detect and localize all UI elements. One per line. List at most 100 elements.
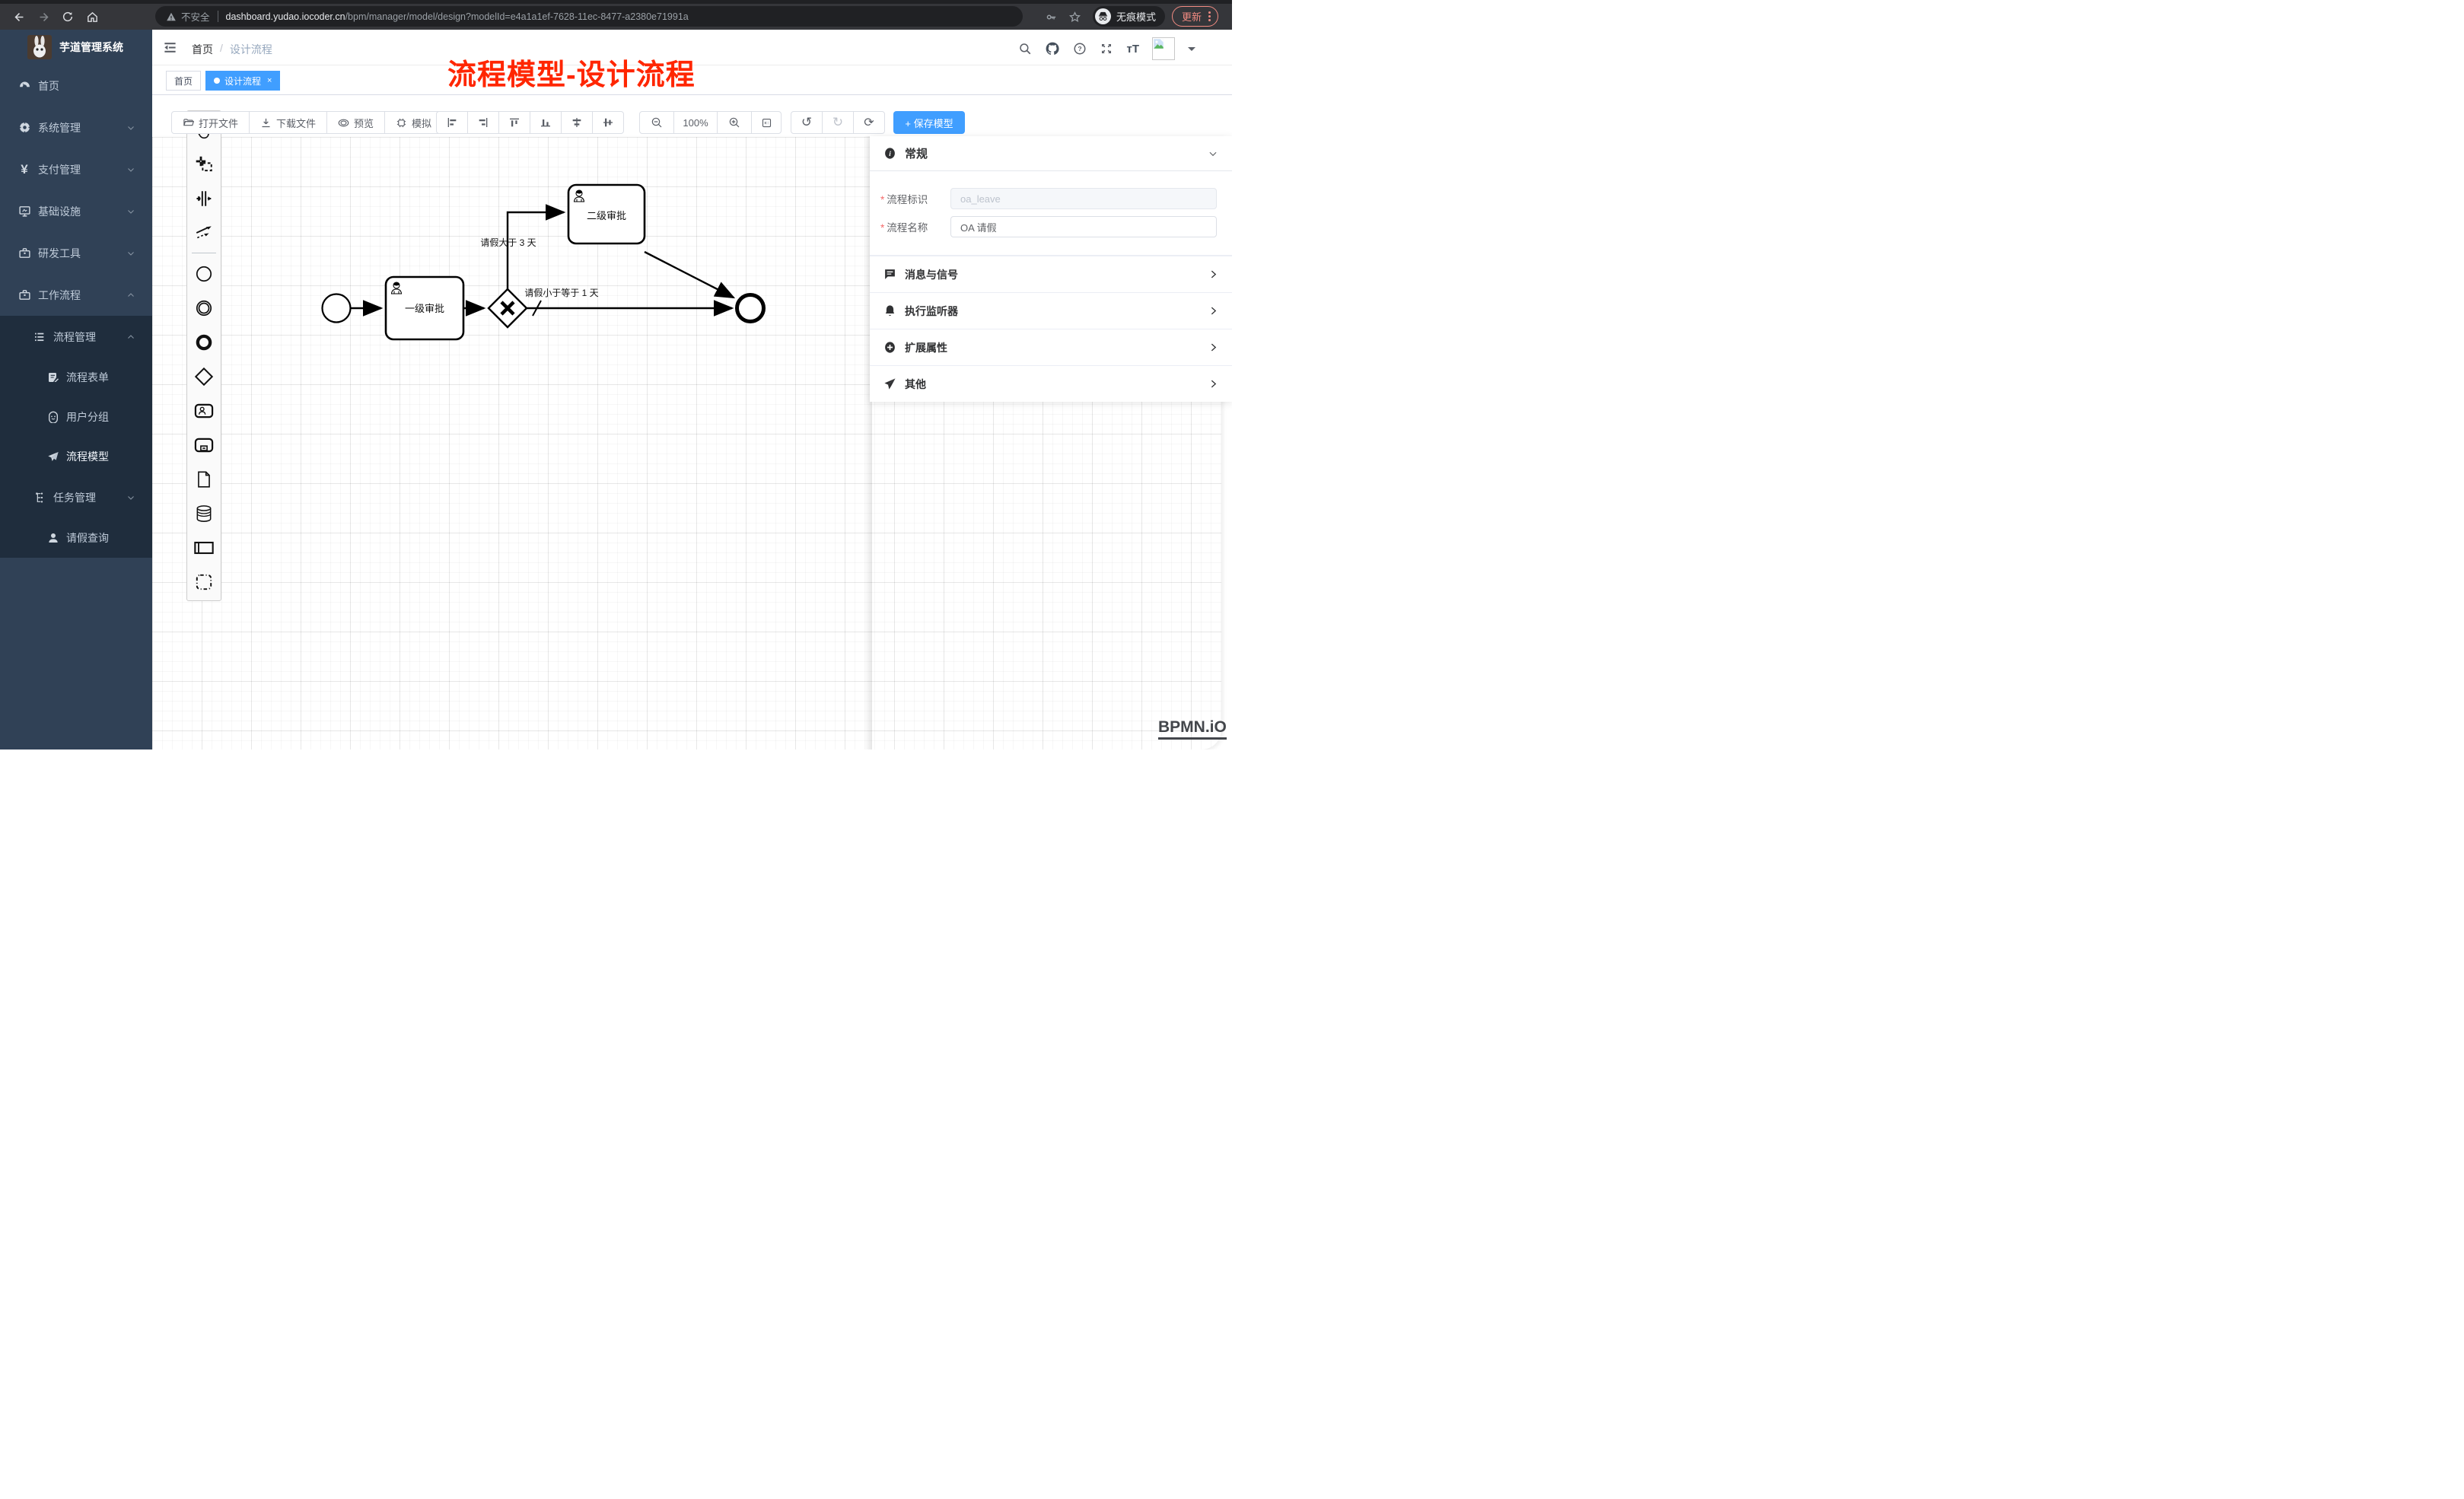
zoom-level[interactable]: 100% bbox=[673, 111, 718, 134]
align-right-button[interactable] bbox=[467, 111, 499, 134]
address-bar[interactable]: 不安全 dashboard.yudao.iocoder.cn/bpm/manag… bbox=[155, 6, 1023, 27]
sidebar-item-user-group[interactable]: 用户分组 bbox=[0, 397, 152, 437]
bpmn-io-watermark[interactable]: BPMN.iO bbox=[1158, 718, 1227, 740]
panel-section-execution-listener[interactable]: 执行监听器 bbox=[870, 292, 1232, 329]
tab-design-process[interactable]: 设计流程 × bbox=[205, 71, 280, 91]
align-bottom-button[interactable] bbox=[530, 111, 562, 134]
create-group[interactable] bbox=[187, 565, 221, 599]
toolbox-icon bbox=[18, 288, 31, 301]
panel-section-message-signal[interactable]: 消息与信号 bbox=[870, 256, 1232, 292]
person-icon bbox=[46, 532, 60, 544]
end-event-icon bbox=[194, 333, 214, 352]
global-connect-tool[interactable] bbox=[187, 215, 221, 250]
help-button[interactable]: ? bbox=[1073, 42, 1087, 56]
align-center-button[interactable] bbox=[592, 111, 624, 134]
restart-button[interactable]: ⟳ bbox=[853, 111, 885, 134]
panel-section-other[interactable]: 其他 bbox=[870, 365, 1232, 402]
create-end-event[interactable] bbox=[187, 325, 221, 359]
breadcrumb-separator: / bbox=[220, 42, 223, 57]
user-task-level1[interactable]: 一级审批 bbox=[386, 277, 463, 339]
simulate-button[interactable]: 模拟 bbox=[384, 111, 443, 134]
sidebar-item-label: 首页 bbox=[38, 78, 59, 94]
flow-gateway-to-task2[interactable] bbox=[508, 212, 564, 290]
browser-home-button[interactable] bbox=[82, 7, 102, 27]
chevron-down-icon bbox=[126, 249, 135, 258]
password-manager-button[interactable] bbox=[1041, 7, 1061, 27]
sidebar-collapse-button[interactable] bbox=[163, 40, 177, 55]
sidebar-item-process-mgmt[interactable]: 流程管理 bbox=[0, 316, 152, 358]
font-size-button[interactable]: ᴛT bbox=[1126, 43, 1139, 56]
breadcrumb-home[interactable]: 首页 bbox=[192, 42, 213, 57]
process-key-input[interactable] bbox=[950, 188, 1217, 209]
open-file-button[interactable]: 打开文件 bbox=[171, 111, 250, 134]
browser-reload-button[interactable] bbox=[58, 7, 78, 27]
align-left-button[interactable] bbox=[436, 111, 468, 134]
create-user-task[interactable] bbox=[187, 393, 221, 428]
end-event[interactable] bbox=[737, 295, 764, 322]
zoom-out-button[interactable] bbox=[639, 111, 674, 134]
site-security[interactable]: 不安全 bbox=[166, 9, 210, 24]
redo-button[interactable]: ↻ bbox=[822, 111, 854, 134]
sidebar-item-devtools[interactable]: 研发工具 bbox=[0, 232, 152, 274]
sidebar-item-home[interactable]: 首页 bbox=[0, 65, 152, 107]
sidebar-item-system[interactable]: 系统管理 bbox=[0, 107, 152, 148]
save-model-button[interactable]: + 保存模型 bbox=[893, 111, 965, 134]
sidebar-item-task-mgmt[interactable]: 任务管理 bbox=[0, 476, 152, 518]
start-event[interactable] bbox=[323, 294, 351, 323]
sidebar-item-payment[interactable]: ¥ 支付管理 bbox=[0, 148, 152, 190]
tab-home[interactable]: 首页 bbox=[166, 71, 201, 91]
section-title: 常规 bbox=[905, 145, 928, 161]
github-button[interactable] bbox=[1045, 41, 1060, 56]
create-data-object[interactable] bbox=[187, 462, 221, 496]
flow-task2-to-end[interactable] bbox=[645, 252, 734, 298]
process-name-input[interactable] bbox=[950, 216, 1217, 237]
create-data-store[interactable] bbox=[187, 496, 221, 530]
user-task-level2[interactable]: 二级审批 bbox=[568, 185, 645, 243]
user-task-icon bbox=[193, 400, 215, 422]
reset-view-button[interactable] bbox=[751, 111, 782, 134]
download-file-button[interactable]: 下载文件 bbox=[249, 111, 327, 134]
chevron-down-icon bbox=[126, 493, 135, 502]
align-middle-button[interactable] bbox=[561, 111, 593, 134]
sidebar-item-process-model[interactable]: 流程模型 bbox=[0, 437, 152, 476]
sidebar-item-workflow[interactable]: 工作流程 bbox=[0, 274, 152, 316]
create-intermediate-event[interactable] bbox=[187, 291, 221, 325]
star-icon bbox=[1068, 11, 1081, 24]
sidebar-item-infra[interactable]: 基础设施 bbox=[0, 190, 152, 232]
workflow-submenu: 流程管理 流程表单 用户分组 流程模型 任务管理 请假查询 bbox=[0, 316, 152, 558]
create-participant[interactable] bbox=[187, 530, 221, 565]
sidebar-item-process-form[interactable]: 流程表单 bbox=[0, 358, 152, 397]
align-top-button[interactable] bbox=[498, 111, 530, 134]
preview-button[interactable]: 预览 bbox=[326, 111, 385, 134]
zoom-in-button[interactable] bbox=[717, 111, 752, 134]
create-start-event[interactable] bbox=[187, 256, 221, 291]
undo-button[interactable]: ↺ bbox=[791, 111, 823, 134]
browser-forward-button[interactable] bbox=[33, 7, 53, 27]
create-subprocess[interactable] bbox=[187, 428, 221, 462]
sidebar-item-leave-query[interactable]: 请假查询 bbox=[0, 518, 152, 558]
browser-back-button[interactable] bbox=[9, 7, 29, 27]
field-process-key: *流程标识 bbox=[880, 188, 1217, 209]
plus-circle-icon bbox=[883, 341, 896, 354]
lasso-tool[interactable] bbox=[187, 147, 221, 181]
align-middle-icon bbox=[571, 116, 583, 129]
caret-down-icon[interactable] bbox=[1188, 47, 1195, 55]
bookmark-button[interactable] bbox=[1065, 7, 1084, 27]
app-logo-row[interactable]: 芋道管理系统 bbox=[0, 30, 152, 65]
create-gateway[interactable] bbox=[187, 359, 221, 393]
sidebar-item-label: 任务管理 bbox=[53, 490, 96, 505]
panel-section-extended-attrs[interactable]: 扩展属性 bbox=[870, 329, 1232, 365]
broken-image-icon bbox=[1153, 38, 1164, 49]
space-tool[interactable] bbox=[187, 181, 221, 215]
chip-icon bbox=[396, 117, 407, 129]
exclusive-gateway[interactable] bbox=[489, 289, 527, 327]
app-logo bbox=[27, 35, 52, 59]
panel-section-general[interactable]: i 常规 bbox=[870, 136, 1232, 171]
field-label: *流程标识 bbox=[880, 191, 950, 206]
browser-update-button[interactable]: 更新 bbox=[1172, 6, 1218, 27]
fullscreen-button[interactable] bbox=[1100, 42, 1113, 56]
avatar[interactable] bbox=[1152, 37, 1175, 60]
browser-menu-icon[interactable] bbox=[1208, 11, 1211, 21]
search-button[interactable] bbox=[1018, 42, 1032, 56]
tab-close-icon[interactable]: × bbox=[267, 76, 272, 85]
